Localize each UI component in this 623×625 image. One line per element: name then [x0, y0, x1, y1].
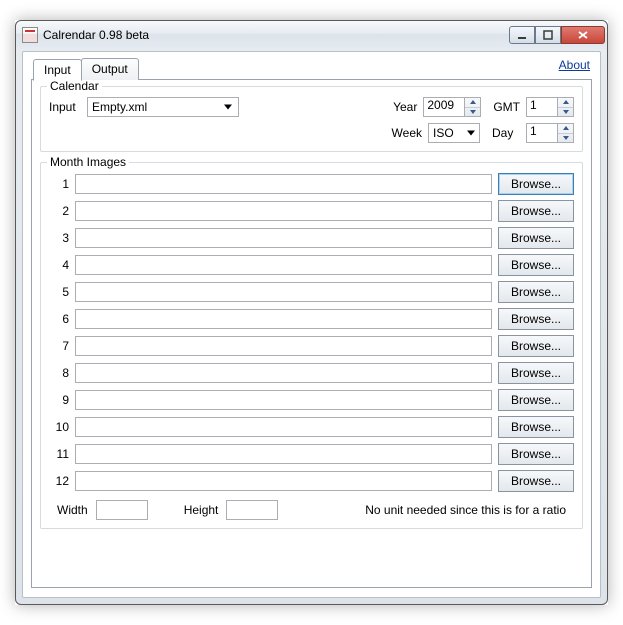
app-window: Calrendar 0.98 beta About Input Output C…: [15, 20, 608, 605]
window-title: Calrendar 0.98 beta: [43, 28, 149, 42]
month-image-input[interactable]: [75, 471, 492, 491]
month-number: 2: [49, 204, 69, 218]
tabpanel-input: Calendar Input Empty.xml Year 2009: [31, 79, 592, 588]
browse-button[interactable]: Browse...: [498, 281, 574, 303]
month-number: 12: [49, 474, 69, 488]
month-image-input[interactable]: [75, 444, 492, 464]
browse-button[interactable]: Browse...: [498, 227, 574, 249]
year-input[interactable]: 2009: [423, 97, 465, 117]
month-image-input[interactable]: [75, 282, 492, 302]
dropdown-arrow-icon: [224, 105, 232, 110]
month-image-input[interactable]: [75, 255, 492, 275]
year-label: Year: [393, 100, 417, 114]
month-image-input[interactable]: [75, 336, 492, 356]
spin-down-icon[interactable]: [558, 134, 573, 143]
height-label: Height: [184, 503, 219, 517]
browse-button[interactable]: Browse...: [498, 335, 574, 357]
gmt-input[interactable]: 1: [526, 97, 558, 117]
day-spinner[interactable]: [558, 123, 574, 143]
height-input[interactable]: [226, 500, 278, 520]
month-row: 2 Browse...: [49, 200, 574, 222]
month-images-title: Month Images: [47, 155, 129, 169]
browse-button[interactable]: Browse...: [498, 173, 574, 195]
month-row: 10 Browse...: [49, 416, 574, 438]
month-row: 8 Browse...: [49, 362, 574, 384]
input-label: Input: [49, 100, 81, 114]
month-image-input[interactable]: [75, 201, 492, 221]
maximize-button[interactable]: [535, 26, 561, 44]
year-spinner[interactable]: [465, 97, 481, 117]
tab-output[interactable]: Output: [81, 58, 139, 80]
month-image-input[interactable]: [75, 228, 492, 248]
month-row: 9 Browse...: [49, 389, 574, 411]
month-row: 12 Browse...: [49, 470, 574, 492]
month-row: 1 Browse...: [49, 173, 574, 195]
browse-button[interactable]: Browse...: [498, 254, 574, 276]
month-row: 3 Browse...: [49, 227, 574, 249]
month-number: 9: [49, 393, 69, 407]
week-label: Week: [392, 126, 422, 140]
month-number: 8: [49, 366, 69, 380]
width-label: Width: [57, 503, 88, 517]
width-input[interactable]: [96, 500, 148, 520]
client-area: About Input Output Calendar Input Empty.…: [22, 51, 601, 598]
month-number: 1: [49, 177, 69, 191]
calendar-group-title: Calendar: [47, 79, 102, 93]
month-number: 10: [49, 420, 69, 434]
close-button[interactable]: [561, 26, 605, 44]
spin-up-icon[interactable]: [558, 124, 573, 134]
ratio-note: No unit needed since this is for a ratio: [365, 503, 566, 517]
spin-down-icon[interactable]: [465, 108, 480, 117]
month-number: 4: [49, 258, 69, 272]
day-input[interactable]: 1: [526, 123, 558, 143]
gmt-spinner[interactable]: [558, 97, 574, 117]
month-image-input[interactable]: [75, 174, 492, 194]
spin-up-icon[interactable]: [558, 98, 573, 108]
minimize-button[interactable]: [509, 26, 535, 44]
month-row: 5 Browse...: [49, 281, 574, 303]
month-number: 6: [49, 312, 69, 326]
month-images-group: Month Images 1Browse...2Browse...3Browse…: [40, 162, 583, 529]
spin-down-icon[interactable]: [558, 108, 573, 117]
browse-button[interactable]: Browse...: [498, 362, 574, 384]
spin-up-icon[interactable]: [465, 98, 480, 108]
month-number: 5: [49, 285, 69, 299]
titlebar[interactable]: Calrendar 0.98 beta: [16, 21, 607, 49]
tab-input[interactable]: Input: [33, 59, 82, 81]
gmt-label: GMT: [493, 100, 520, 114]
app-icon: [22, 27, 38, 43]
month-image-input[interactable]: [75, 363, 492, 383]
calendar-group: Calendar Input Empty.xml Year 2009: [40, 86, 583, 152]
month-image-input[interactable]: [75, 390, 492, 410]
month-image-input[interactable]: [75, 309, 492, 329]
week-combo[interactable]: ISO: [428, 123, 480, 143]
month-row: 11 Browse...: [49, 443, 574, 465]
input-file-combo[interactable]: Empty.xml: [87, 97, 239, 117]
month-number: 3: [49, 231, 69, 245]
browse-button[interactable]: Browse...: [498, 308, 574, 330]
browse-button[interactable]: Browse...: [498, 443, 574, 465]
month-row: 7 Browse...: [49, 335, 574, 357]
browse-button[interactable]: Browse...: [498, 470, 574, 492]
input-file-value: Empty.xml: [92, 100, 147, 114]
month-row: 6 Browse...: [49, 308, 574, 330]
month-number: 7: [49, 339, 69, 353]
browse-button[interactable]: Browse...: [498, 200, 574, 222]
tabstrip: Input Output: [33, 58, 592, 80]
browse-button[interactable]: Browse...: [498, 389, 574, 411]
dropdown-arrow-icon: [467, 131, 475, 136]
day-label: Day: [492, 126, 520, 140]
browse-button[interactable]: Browse...: [498, 416, 574, 438]
month-image-input[interactable]: [75, 417, 492, 437]
month-number: 11: [49, 447, 69, 461]
month-row: 4 Browse...: [49, 254, 574, 276]
